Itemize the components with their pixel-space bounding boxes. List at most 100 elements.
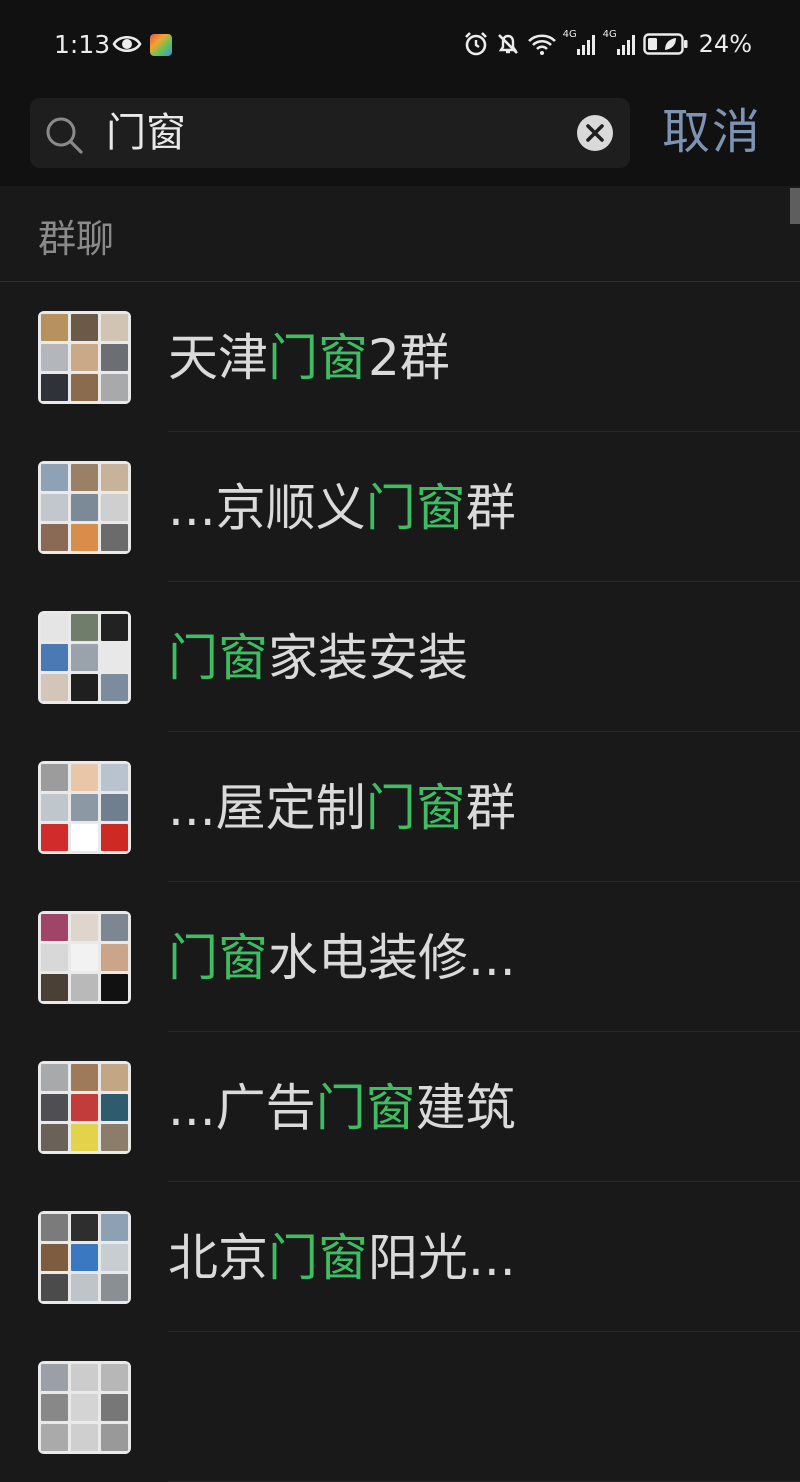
group-name-part: 家装安装 [268, 629, 468, 687]
avatar-tile [101, 1424, 128, 1451]
group-name-match: 门窗 [268, 329, 368, 387]
group-chat-row[interactable]: 门窗家装安装 [0, 582, 800, 732]
avatar-tile [101, 944, 128, 971]
avatar-tile [101, 464, 128, 491]
group-chat-row[interactable]: 北京门窗阳光... [0, 1182, 800, 1332]
mute-bell-icon [497, 34, 518, 54]
search-icon [46, 117, 83, 154]
group-name-part: ...京顺义 [168, 479, 366, 537]
avatar-tile [101, 824, 128, 851]
avatar-tile [71, 674, 98, 701]
group-name-part: 2群 [368, 329, 450, 387]
avatar-tile [41, 794, 68, 821]
avatar-tile [41, 1274, 68, 1301]
avatar-tile [41, 974, 68, 1001]
group-avatar [38, 461, 131, 554]
avatar-tile [71, 524, 98, 551]
avatar-tile [101, 344, 128, 371]
group-chat-row[interactable]: ...广告门窗建筑 [0, 1032, 800, 1182]
group-avatar [38, 911, 131, 1004]
group-name: 门窗家装安装 [168, 626, 468, 690]
group-name-match: 门窗 [365, 479, 466, 537]
group-name-part: 水电装修... [268, 929, 516, 987]
group-name-part: ...广告 [168, 1079, 316, 1137]
avatar-tile [71, 1214, 98, 1241]
avatar-tile [41, 914, 68, 941]
avatar-tile [71, 344, 98, 371]
avatar-tile [41, 524, 68, 551]
avatar-tile [71, 494, 98, 521]
avatar-tile [41, 494, 68, 521]
avatar-tile [101, 314, 128, 341]
avatar-tile [41, 1244, 68, 1271]
avatar-tile [101, 764, 128, 791]
avatar-tile [41, 764, 68, 791]
group-avatar [38, 1211, 131, 1304]
signal-2-icon: 4G [603, 29, 637, 57]
avatar-tile [41, 374, 68, 401]
avatar-tile [101, 644, 128, 671]
avatar-tile [101, 614, 128, 641]
avatar-tile [101, 1094, 128, 1121]
scrollbar-thumb[interactable] [790, 188, 800, 224]
search-box[interactable]: 门窗 [30, 98, 630, 168]
avatar-tile [41, 344, 68, 371]
avatar-tile [71, 1064, 98, 1091]
group-name: 门窗水电装修... [168, 926, 516, 990]
group-name-part: 天津 [168, 329, 268, 387]
avatar-tile [71, 914, 98, 941]
avatar-tile [71, 1424, 98, 1451]
section-title-group-chats: 群聊 [38, 217, 115, 261]
group-name-match: 门窗 [168, 629, 268, 687]
group-name: ...京顺义门窗群 [168, 476, 516, 540]
group-chat-row[interactable]: 天津门窗2群 [0, 282, 800, 432]
search-input[interactable]: 门窗 [106, 106, 556, 160]
avatar-tile [101, 1244, 128, 1271]
group-avatar [38, 761, 131, 854]
avatar-tile [101, 974, 128, 1001]
group-avatar [38, 1061, 131, 1154]
clear-icon[interactable] [576, 114, 614, 152]
avatar-tile [71, 1124, 98, 1151]
avatar-tile [41, 1364, 68, 1391]
avatar-tile [101, 1364, 128, 1391]
avatar-tile [41, 1094, 68, 1121]
alarm-icon [464, 32, 487, 56]
group-name: 北京门窗阳光... [168, 1226, 516, 1290]
avatar-tile [101, 674, 128, 701]
avatar-tile [71, 764, 98, 791]
group-name-match: 门窗 [168, 929, 268, 987]
avatar-tile [41, 1064, 68, 1091]
group-name-part: 建筑 [415, 1079, 516, 1137]
group-chat-row[interactable]: ...屋定制门窗群 [0, 732, 800, 882]
group-chat-row[interactable]: ...京顺义门窗群 [0, 432, 800, 582]
avatar-tile [71, 1094, 98, 1121]
avatar-tile [101, 374, 128, 401]
cancel-button[interactable]: 取消 [662, 100, 762, 164]
avatar-tile [41, 1124, 68, 1151]
group-name-match: 门窗 [268, 1229, 368, 1287]
group-name-part: ...屋定制 [168, 779, 366, 837]
app-notification-icon [150, 34, 172, 56]
avatar-tile [41, 614, 68, 641]
battery-icon [642, 33, 688, 55]
search-header: 门窗 取消 [0, 90, 800, 186]
group-chat-row[interactable] [0, 1332, 800, 1482]
avatar-tile [71, 464, 98, 491]
status-bar: 1:13 4G 4G 24% [0, 0, 800, 90]
avatar-tile [101, 914, 128, 941]
group-name: ...屋定制门窗群 [168, 776, 516, 840]
group-avatar [38, 611, 131, 704]
group-chat-row[interactable]: 门窗水电装修... [0, 882, 800, 1032]
battery-percent: 24% [698, 30, 752, 58]
avatar-tile [41, 314, 68, 341]
avatar-tile [71, 974, 98, 1001]
avatar-tile [101, 494, 128, 521]
avatar-tile [101, 524, 128, 551]
group-avatar [38, 311, 131, 404]
group-name-part: 阳光... [368, 1229, 516, 1287]
group-name: ...广告门窗建筑 [168, 1076, 516, 1140]
avatar-tile [41, 464, 68, 491]
group-name-match: 门窗 [365, 779, 466, 837]
avatar-tile [41, 1394, 68, 1421]
